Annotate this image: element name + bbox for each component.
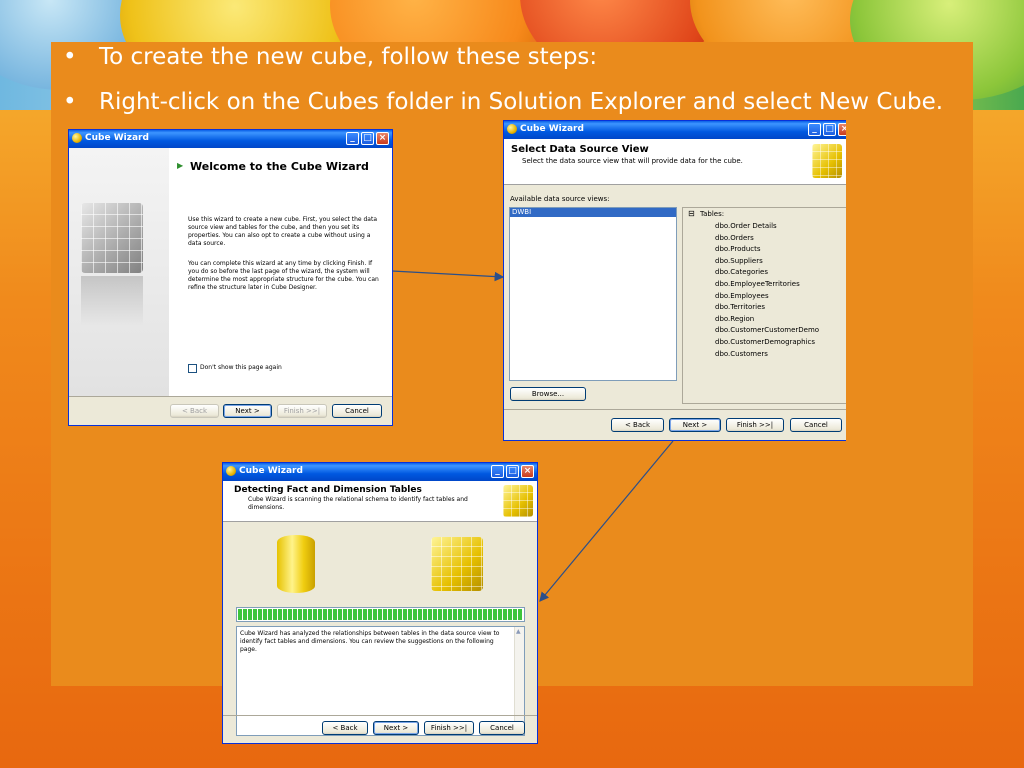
scrollbar[interactable]: ▲ ▼ <box>514 627 524 735</box>
yellow-cube-icon <box>503 485 533 517</box>
close-icon[interactable]: × <box>521 465 534 478</box>
header-description: Cube Wizard is scanning the relational s… <box>248 496 468 511</box>
tree-item[interactable]: dbo.Order Details <box>715 222 819 234</box>
scroll-up-icon[interactable]: ▲ <box>516 628 521 635</box>
cancel-button[interactable]: Cancel <box>332 404 382 418</box>
title-bar[interactable]: Cube Wizard _ □ × <box>504 121 846 139</box>
grey-cube-icon <box>81 203 143 273</box>
browse-button[interactable]: Browse... <box>510 387 586 401</box>
wizard-body: ▶ Welcome to the Cube Wizard Use this wi… <box>169 148 392 396</box>
tree-item[interactable]: dbo.Employees <box>715 292 819 304</box>
close-icon[interactable]: × <box>376 132 389 145</box>
header-title: Select Data Source View <box>511 144 649 155</box>
bullet-marker: • <box>63 44 77 70</box>
select-dsv-wizard-window: Cube Wizard _ □ × Select Data Source Vie… <box>503 120 846 441</box>
tree-item[interactable]: dbo.Orders <box>715 234 819 246</box>
header-description: Select the data source view that will pr… <box>522 157 743 165</box>
status-textbox[interactable]: Cube Wizard has analyzed the relationshi… <box>236 626 525 736</box>
next-button[interactable]: Next > <box>669 418 721 432</box>
bullet-text: To create the new cube, follow these ste… <box>99 44 598 70</box>
finish-button[interactable]: Finish >>| <box>726 418 784 432</box>
tree-item[interactable]: dbo.Customers <box>715 350 819 362</box>
cube-wizard-icon <box>226 466 236 476</box>
next-button[interactable]: Next > <box>223 404 272 418</box>
back-button[interactable]: < Back <box>322 721 368 735</box>
tree-item[interactable]: dbo.CustomerCustomerDemo <box>715 326 819 338</box>
maximize-icon[interactable]: □ <box>823 123 836 136</box>
status-text: Cube Wizard has analyzed the relationshi… <box>240 630 500 653</box>
page-title: Welcome to the Cube Wizard <box>190 160 369 173</box>
window-title: Cube Wizard <box>85 133 149 143</box>
footer-divider <box>504 409 846 410</box>
tree-item[interactable]: dbo.EmployeeTerritories <box>715 280 819 292</box>
tree-item[interactable]: dbo.Categories <box>715 268 819 280</box>
tree-item[interactable]: dbo.Territories <box>715 303 819 315</box>
minimize-icon[interactable]: _ <box>346 132 359 145</box>
window-title: Cube Wizard <box>520 124 584 134</box>
close-icon[interactable]: × <box>838 123 846 136</box>
tree-items: dbo.Order Details dbo.Orders dbo.Product… <box>715 222 819 361</box>
intro-paragraph-2: You can complete this wizard at any time… <box>188 260 379 291</box>
bullet-text: Right-click on the Cubes folder in Solut… <box>99 89 944 115</box>
back-button[interactable]: < Back <box>170 404 219 418</box>
tree-item[interactable]: dbo.CustomerDemographics <box>715 338 819 350</box>
tree-item[interactable]: dbo.Products <box>715 245 819 257</box>
bullet-marker: • <box>63 89 77 115</box>
list-item[interactable]: DWBI <box>510 208 676 217</box>
cube-wizard-icon <box>72 133 82 143</box>
next-button[interactable]: Next > <box>373 721 419 735</box>
progress-bar <box>236 607 525 622</box>
list-label: Available data source views: <box>510 195 610 203</box>
cube-reflection <box>81 276 143 326</box>
tree-item[interactable]: dbo.Region <box>715 315 819 327</box>
tree-toggle-icon[interactable]: ⊟ <box>688 209 695 218</box>
intro-paragraph-1: Use this wizard to create a new cube. Fi… <box>188 216 378 247</box>
wizard-header: Select Data Source View Select the data … <box>504 139 846 185</box>
finish-button[interactable]: Finish >>| <box>277 404 327 418</box>
title-bar[interactable]: Cube Wizard _ □ × <box>69 130 392 148</box>
minimize-icon[interactable]: _ <box>491 465 504 478</box>
cube-icon <box>431 537 483 591</box>
welcome-wizard-window: Cube Wizard _ □ × ▶ Welcome to the Cube … <box>68 129 393 426</box>
footer-divider <box>69 396 392 397</box>
header-title: Detecting Fact and Dimension Tables <box>234 485 422 495</box>
database-cylinder-icon <box>277 535 315 593</box>
progress-fill <box>238 609 523 620</box>
minimize-icon[interactable]: _ <box>808 123 821 136</box>
maximize-icon[interactable]: □ <box>361 132 374 145</box>
window-title: Cube Wizard <box>239 466 303 476</box>
tree-item[interactable]: dbo.Suppliers <box>715 257 819 269</box>
play-arrow-icon: ▶ <box>177 161 184 170</box>
cancel-button[interactable]: Cancel <box>479 721 525 735</box>
tables-tree: ⊟ Tables: dbo.Order Details dbo.Orders d… <box>682 207 846 404</box>
title-bar[interactable]: Cube Wizard _ □ × <box>223 463 537 481</box>
back-button[interactable]: < Back <box>611 418 664 432</box>
dont-show-label: Don't show this page again <box>200 364 282 371</box>
dsv-listbox[interactable]: DWBI <box>509 207 677 381</box>
yellow-cube-icon <box>812 144 842 178</box>
cancel-button[interactable]: Cancel <box>790 418 842 432</box>
wizard-side-graphic <box>69 148 169 396</box>
finish-button[interactable]: Finish >>| <box>424 721 474 735</box>
tree-root-label: Tables: <box>700 210 725 218</box>
detecting-tables-wizard-window: Cube Wizard _ □ × Detecting Fact and Dim… <box>222 462 538 744</box>
footer-divider <box>223 715 537 716</box>
maximize-icon[interactable]: □ <box>506 465 519 478</box>
cube-wizard-icon <box>507 124 517 134</box>
dont-show-checkbox[interactable] <box>188 364 197 373</box>
wizard-header: Detecting Fact and Dimension Tables Cube… <box>223 481 537 522</box>
